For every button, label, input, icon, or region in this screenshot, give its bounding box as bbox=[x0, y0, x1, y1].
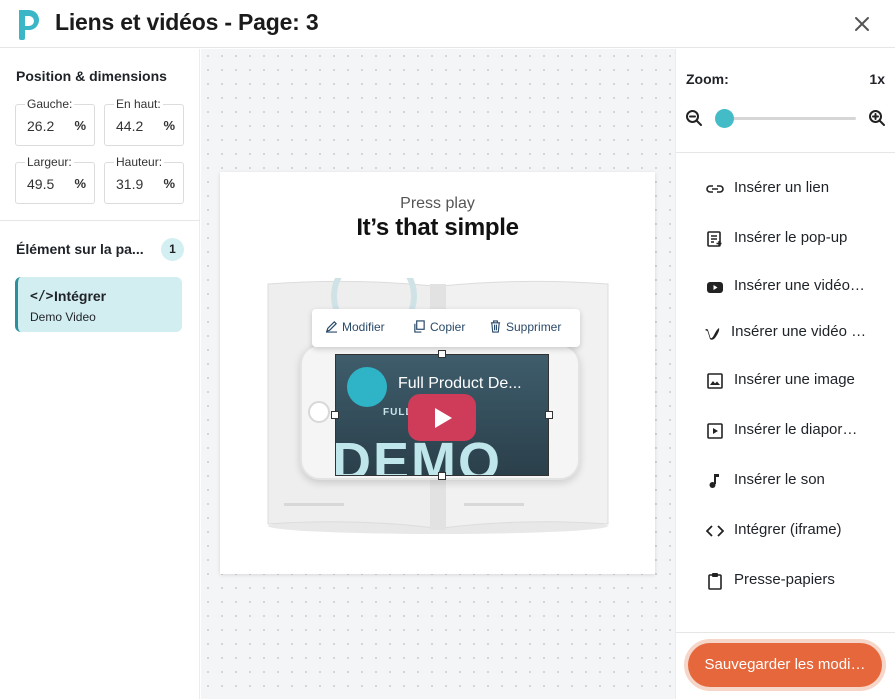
editor-canvas: Press play It’s that simple DEMO Full Pr… bbox=[201, 49, 675, 699]
height-field[interactable]: Hauteur: 31.9 % bbox=[104, 155, 184, 204]
width-field-value[interactable]: 49.5 bbox=[27, 176, 54, 192]
code-icon bbox=[706, 525, 724, 537]
height-field-value[interactable]: 31.9 bbox=[116, 176, 143, 192]
close-icon[interactable] bbox=[851, 13, 873, 35]
zoom-out-icon[interactable] bbox=[685, 109, 703, 127]
zoom-slider-knob[interactable] bbox=[715, 109, 734, 128]
image-icon bbox=[707, 373, 723, 389]
page-small-heading: Press play bbox=[400, 195, 475, 212]
tool-label: Insérer une vidéo … bbox=[731, 323, 867, 340]
copy-button[interactable]: Copier bbox=[413, 320, 465, 334]
edit-label: Modifier bbox=[342, 320, 385, 334]
tool-label: Intégrer (iframe) bbox=[734, 521, 842, 538]
tools-panel: Zoom: 1x Insérer un lien Insérer le pop-… bbox=[675, 49, 895, 699]
page-big-heading: It’s that simple bbox=[356, 214, 519, 241]
divider bbox=[0, 220, 200, 221]
link-icon bbox=[706, 185, 724, 193]
embed-iframe-button[interactable]: Intégrer (iframe) bbox=[706, 518, 876, 542]
insert-image-button[interactable]: Insérer une image bbox=[706, 368, 876, 392]
top-field-label: En haut: bbox=[114, 97, 163, 111]
delete-label: Supprimer bbox=[506, 320, 562, 334]
width-field-label: Largeur: bbox=[25, 155, 74, 169]
top-field-value[interactable]: 44.2 bbox=[116, 118, 143, 134]
page-preview: Press play It’s that simple DEMO Full Pr… bbox=[220, 172, 655, 574]
youtube-icon bbox=[707, 282, 723, 293]
resize-handle-top[interactable] bbox=[438, 350, 446, 358]
pencil-icon bbox=[325, 321, 338, 333]
element-subtitle: Demo Video bbox=[30, 310, 96, 324]
divider bbox=[676, 632, 895, 633]
percent-unit: % bbox=[74, 176, 86, 191]
height-field-label: Hauteur: bbox=[114, 155, 165, 169]
position-section-title: Position & dimensions bbox=[16, 68, 167, 84]
clipboard-button[interactable]: Presse-papiers bbox=[706, 568, 876, 592]
resize-handle-right[interactable] bbox=[545, 411, 553, 419]
percent-unit: % bbox=[163, 176, 175, 191]
popup-icon bbox=[707, 231, 722, 247]
app-logo bbox=[19, 10, 39, 40]
clipboard-icon bbox=[708, 573, 722, 590]
insert-link-button[interactable]: Insérer un lien bbox=[706, 176, 876, 200]
divider bbox=[676, 152, 895, 153]
tool-label: Insérer le son bbox=[734, 471, 825, 488]
insert-youtube-button[interactable]: Insérer une vidéo… bbox=[706, 274, 876, 298]
music-icon bbox=[709, 474, 719, 488]
tool-label: Insérer une image bbox=[734, 371, 855, 388]
insert-vimeo-button[interactable]: Insérer une vidéo … bbox=[703, 320, 873, 344]
zoom-in-icon[interactable] bbox=[868, 109, 886, 127]
page-title: Liens et vidéos - Page: 3 bbox=[55, 9, 319, 35]
vimeo-icon bbox=[705, 328, 720, 340]
zoom-value: 1x bbox=[869, 71, 885, 87]
percent-unit: % bbox=[163, 118, 175, 133]
percent-unit: % bbox=[74, 118, 86, 133]
top-field[interactable]: En haut: 44.2 % bbox=[104, 97, 184, 146]
code-icon: </> bbox=[30, 289, 54, 304]
tool-label: Insérer un lien bbox=[734, 179, 830, 196]
tool-label: Insérer le diapor… bbox=[734, 421, 858, 438]
copy-icon bbox=[414, 320, 425, 333]
elements-count-badge: 1 bbox=[161, 238, 184, 261]
copy-label: Copier bbox=[430, 320, 466, 334]
header: Liens et vidéos - Page: 3 bbox=[0, 0, 895, 48]
properties-panel: Position & dimensions Gauche: 26.2 % En … bbox=[0, 49, 200, 699]
tool-label: Presse-papiers bbox=[734, 571, 835, 588]
zoom-label: Zoom: bbox=[686, 71, 729, 87]
trash-icon bbox=[490, 320, 501, 333]
element-card-embed[interactable]: </> Intégrer Demo Video bbox=[15, 277, 182, 332]
insert-slideshow-button[interactable]: Insérer le diapor… bbox=[706, 418, 876, 442]
insert-sound-button[interactable]: Insérer le son bbox=[706, 468, 876, 492]
elements-title: Élément sur la pa... bbox=[16, 241, 144, 257]
tool-label: Insérer le pop-up bbox=[734, 229, 848, 246]
left-field-value[interactable]: 26.2 bbox=[27, 118, 54, 134]
element-toolbar: Modifier Copier Supprimer bbox=[312, 309, 580, 347]
edit-button[interactable]: Modifier bbox=[325, 320, 385, 334]
element-name: Intégrer bbox=[54, 288, 107, 304]
phone-home-button bbox=[308, 401, 330, 423]
zoom-slider-track[interactable] bbox=[716, 117, 856, 120]
slideshow-icon bbox=[707, 423, 723, 439]
width-field[interactable]: Largeur: 49.5 % bbox=[15, 155, 95, 204]
left-field[interactable]: Gauche: 26.2 % bbox=[15, 97, 95, 146]
delete-button[interactable]: Supprimer bbox=[489, 320, 561, 334]
save-button[interactable]: Sauvegarder les modi… bbox=[688, 643, 882, 687]
resize-handle-bottom[interactable] bbox=[438, 472, 446, 480]
insert-popup-button[interactable]: Insérer le pop-up bbox=[706, 226, 876, 250]
tool-label: Insérer une vidéo… bbox=[734, 277, 865, 294]
resize-handle-left[interactable] bbox=[331, 411, 339, 419]
left-field-label: Gauche: bbox=[25, 97, 75, 111]
selection-border bbox=[335, 354, 549, 476]
